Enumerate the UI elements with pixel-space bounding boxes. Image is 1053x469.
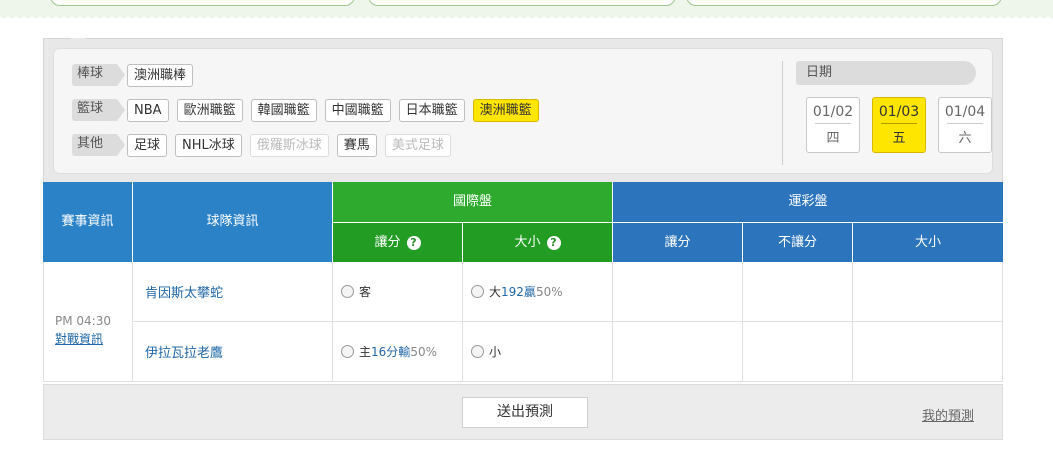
home-spread-value: 16 bbox=[371, 344, 387, 359]
category-label-basketball: 籃球 bbox=[72, 99, 126, 121]
filter-chip[interactable]: NHL冰球 bbox=[175, 133, 242, 157]
date-button[interactable]: 01/02 四 bbox=[806, 97, 860, 153]
date-weekday: 五 bbox=[881, 123, 917, 146]
radio-under[interactable] bbox=[471, 345, 484, 358]
team-name-home[interactable]: 伊拉瓦拉老鷹 bbox=[145, 342, 223, 361]
header-match-info: 賽事資訊 bbox=[43, 182, 133, 262]
date-value: 01/02 bbox=[812, 104, 854, 120]
date-button[interactable]: 01/03 五 bbox=[872, 97, 926, 153]
filter-panel: 棒球 澳洲職棒 籃球 NBA 歐洲職籃 韓國職籃 中國職籃 日本職籃 澳洲職籃 其他 足球… bbox=[43, 38, 1003, 182]
filter-chip[interactable]: 中國職籃 bbox=[324, 98, 391, 122]
over-unit: 贏 bbox=[523, 285, 536, 299]
top-tab-strip bbox=[0, 0, 1053, 22]
filter-chip[interactable]: 澳洲職棒 bbox=[127, 63, 194, 87]
date-value: 01/04 bbox=[944, 104, 986, 120]
lottery-spread-cell bbox=[613, 262, 743, 322]
away-total-cell: 大 192 贏 50% bbox=[463, 262, 613, 322]
away-spread-label: 客 bbox=[359, 285, 372, 299]
team-row-away: 肯因斯太攀蛇 bbox=[133, 262, 333, 322]
lottery-spread-cell bbox=[613, 322, 743, 382]
over-value: 192 bbox=[501, 284, 524, 299]
match-detail-link[interactable]: 對戰資訊 bbox=[55, 332, 103, 346]
my-predictions-link[interactable]: 我的預測 bbox=[922, 405, 974, 424]
under-prefix: 小 bbox=[489, 345, 502, 359]
top-tab-partial[interactable] bbox=[50, 0, 355, 6]
date-weekday: 四 bbox=[815, 123, 851, 146]
filter-inner: 棒球 澳洲職棒 籃球 NBA 歐洲職籃 韓國職籃 中國職籃 日本職籃 澳洲職籃 其他 足球… bbox=[53, 48, 993, 174]
header-lottery-total: 大小 bbox=[853, 222, 1003, 262]
home-spread-unit: 分輸 bbox=[386, 345, 411, 359]
divider bbox=[782, 61, 783, 165]
header-intl: 國際盤 bbox=[333, 182, 613, 222]
header-lottery: 運彩盤 bbox=[613, 182, 1003, 222]
lottery-total-cell bbox=[853, 322, 1003, 382]
filter-chip: 美式足球 bbox=[384, 133, 451, 157]
wave-border bbox=[0, 14, 1053, 22]
header-intl-spread: 讓分? bbox=[333, 222, 463, 262]
team-name-away[interactable]: 肯因斯太攀蛇 bbox=[145, 282, 223, 301]
team-row-home: 伊拉瓦拉老鷹 bbox=[133, 322, 333, 382]
filter-row-basketball: 籃球 NBA 歐洲職籃 韓國職籃 中國職籃 日本職籃 澳洲職籃 bbox=[72, 98, 547, 122]
help-icon[interactable]: ? bbox=[406, 236, 421, 250]
header-lottery-spread: 讓分 bbox=[613, 222, 743, 262]
home-spread-prefix: 主 bbox=[359, 345, 372, 359]
top-tab-partial[interactable] bbox=[686, 0, 1002, 6]
radio-over[interactable] bbox=[471, 285, 484, 298]
match-info-cell: PM 04:30 對戰資訊 bbox=[43, 262, 133, 382]
filter-chip[interactable]: 日本職籃 bbox=[398, 98, 465, 122]
lottery-nospread-cell bbox=[743, 322, 853, 382]
submit-prediction-button[interactable]: 送出預測 bbox=[462, 397, 588, 428]
filter-chip[interactable]: NBA bbox=[127, 98, 169, 122]
header-team-info: 球隊資訊 bbox=[133, 182, 333, 262]
home-spread-cell: 主 16 分輸 50% bbox=[333, 322, 463, 382]
radio-home-spread[interactable] bbox=[341, 345, 354, 358]
header-intl-total-label: 大小 bbox=[514, 235, 541, 250]
away-spread-cell: 客 bbox=[333, 262, 463, 322]
header-intl-spread-label: 讓分 bbox=[374, 235, 401, 250]
match-time: PM 04:30 bbox=[55, 314, 111, 328]
category-label-baseball: 棒球 bbox=[72, 64, 126, 86]
footer-bar: 送出預測 我的預測 bbox=[43, 384, 1003, 440]
over-pct: 50% bbox=[535, 284, 563, 299]
filter-chip[interactable]: 澳洲職籃 bbox=[472, 98, 539, 122]
over-prefix: 大 bbox=[489, 285, 502, 299]
radio-away-spread[interactable] bbox=[341, 285, 354, 298]
filter-chip[interactable]: 韓國職籃 bbox=[250, 98, 317, 122]
header-intl-total: 大小? bbox=[463, 222, 613, 262]
lottery-nospread-cell bbox=[743, 262, 853, 322]
filter-chip[interactable]: 賽馬 bbox=[336, 133, 377, 157]
top-tab-partial[interactable] bbox=[368, 0, 676, 6]
filter-row-other: 其他 足球 NHL冰球 俄羅斯冰球 賽馬 美式足球 bbox=[72, 133, 459, 157]
lottery-total-cell bbox=[853, 262, 1003, 322]
filter-row-baseball: 棒球 澳洲職棒 bbox=[72, 63, 201, 87]
date-label: 日期 bbox=[796, 61, 976, 85]
date-button[interactable]: 01/04 六 bbox=[938, 97, 992, 153]
date-weekday: 六 bbox=[947, 123, 983, 146]
filter-chip: 俄羅斯冰球 bbox=[249, 133, 329, 157]
date-value: 01/03 bbox=[878, 104, 920, 120]
filter-chip[interactable]: 歐洲職籃 bbox=[176, 98, 243, 122]
filter-chip[interactable]: 足球 bbox=[127, 133, 168, 157]
header-lottery-nospread: 不讓分 bbox=[743, 222, 853, 262]
category-label-other: 其他 bbox=[72, 134, 126, 156]
help-icon[interactable]: ? bbox=[546, 236, 561, 250]
panel-notch bbox=[70, 38, 86, 45]
home-spread-pct: 50% bbox=[410, 344, 437, 359]
home-total-cell: 小 bbox=[463, 322, 613, 382]
